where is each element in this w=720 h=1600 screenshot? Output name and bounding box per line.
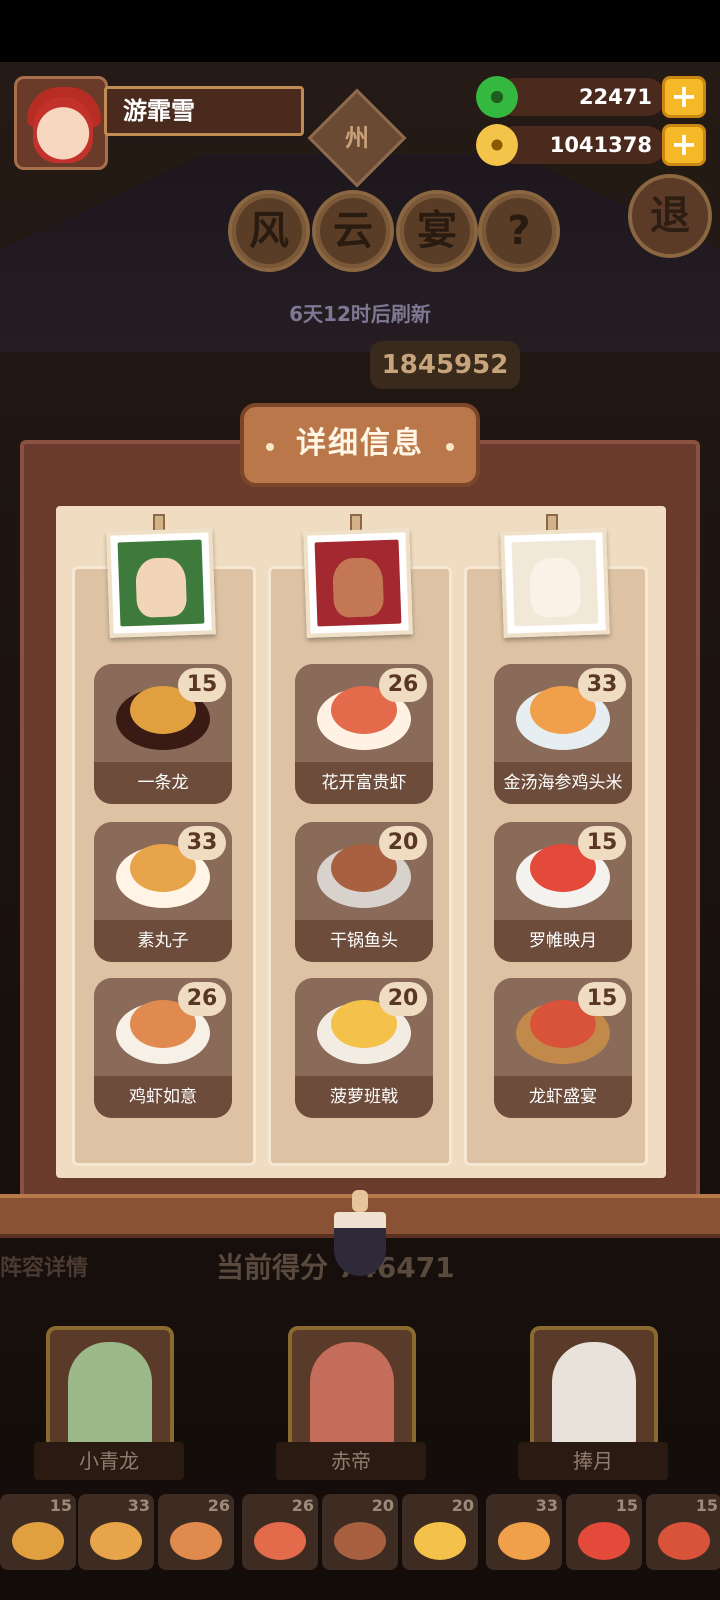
dish-card[interactable]: 26 鸡虾如意 bbox=[94, 978, 232, 1118]
mini-dish[interactable]: 15 bbox=[566, 1494, 642, 1570]
mini-dish[interactable]: 20 bbox=[402, 1494, 478, 1570]
hero-card-pengyue[interactable] bbox=[530, 1326, 658, 1456]
dish-name: 花开富贵虾 bbox=[295, 762, 433, 804]
hero-card-xiaoqinglong[interactable] bbox=[46, 1326, 174, 1456]
player-info: 游霏雪 bbox=[14, 76, 304, 172]
dish-count: 15 bbox=[578, 982, 626, 1016]
dish-count: 33 bbox=[178, 826, 226, 860]
hero-name: 赤帝 bbox=[276, 1442, 426, 1480]
mini-dish[interactable]: 26 bbox=[158, 1494, 234, 1570]
modal-title: 详细信息 bbox=[240, 403, 480, 487]
coin-amount: 1041378 bbox=[496, 126, 666, 164]
dish-count: 15 bbox=[178, 668, 226, 702]
dish-card[interactable]: 33 金汤海参鸡头米 bbox=[494, 664, 632, 804]
coin-currency: 1041378 + bbox=[476, 124, 706, 166]
add-coin-button[interactable]: + bbox=[662, 124, 706, 166]
title-char-yan: 宴 bbox=[396, 190, 478, 272]
dish-count: 15 bbox=[578, 826, 626, 860]
exit-button[interactable]: 退 bbox=[628, 174, 712, 258]
mini-dish[interactable]: 33 bbox=[486, 1494, 562, 1570]
jade-icon bbox=[476, 76, 518, 118]
dish-count: 20 bbox=[379, 982, 427, 1016]
hero-name: 小青龙 bbox=[34, 1442, 184, 1480]
dish-card[interactable]: 15 罗帷映月 bbox=[494, 822, 632, 962]
help-button[interactable]: ? bbox=[478, 190, 560, 272]
dish-card[interactable]: 33 素丸子 bbox=[94, 822, 232, 962]
mini-dish[interactable]: 20 bbox=[322, 1494, 398, 1570]
current-score-label: 当前得分 bbox=[216, 1251, 329, 1284]
dish-card[interactable]: 20 干锅鱼头 bbox=[295, 822, 433, 962]
dish-card[interactable]: 15 龙虾盛宴 bbox=[494, 978, 632, 1118]
player-name: 游霏雪 bbox=[104, 86, 304, 136]
mini-dish[interactable]: 15 bbox=[0, 1494, 76, 1570]
refresh-timer: 6天12时后刷新 bbox=[289, 302, 431, 326]
hero-portrait-pengyue bbox=[500, 528, 610, 638]
dish-card[interactable]: 20 菠萝班戟 bbox=[295, 978, 433, 1118]
title-char-feng: 风 bbox=[228, 190, 310, 272]
coin-icon bbox=[476, 124, 518, 166]
tassel-close-button[interactable] bbox=[330, 1190, 390, 1276]
mini-dish[interactable]: 26 bbox=[242, 1494, 318, 1570]
avatar-face bbox=[33, 97, 93, 163]
dish-name: 鸡虾如意 bbox=[94, 1076, 232, 1118]
add-jade-button[interactable]: + bbox=[662, 76, 706, 118]
player-avatar[interactable] bbox=[14, 76, 108, 170]
dish-card[interactable]: 15 一条龙 bbox=[94, 664, 232, 804]
lineup-details-label[interactable]: 阵容详情 bbox=[0, 1250, 88, 1282]
dish-name: 罗帷映月 bbox=[494, 920, 632, 962]
title-char-yun: 云 bbox=[312, 190, 394, 272]
dish-name: 金汤海参鸡头米 bbox=[494, 762, 632, 804]
dish-name: 菠萝班戟 bbox=[295, 1076, 433, 1118]
hero-card-chidi[interactable] bbox=[288, 1326, 416, 1456]
dish-name: 龙虾盛宴 bbox=[494, 1076, 632, 1118]
dish-name: 干锅鱼头 bbox=[295, 920, 433, 962]
dish-count: 20 bbox=[379, 826, 427, 860]
hero-name: 捧月 bbox=[518, 1442, 668, 1480]
status-bar bbox=[0, 0, 720, 62]
dish-name: 素丸子 bbox=[94, 920, 232, 962]
dish-count: 26 bbox=[178, 982, 226, 1016]
dish-name: 一条龙 bbox=[94, 762, 232, 804]
dish-count: 26 bbox=[379, 668, 427, 702]
mini-dish[interactable]: 15 bbox=[646, 1494, 720, 1570]
mini-dish[interactable]: 33 bbox=[78, 1494, 154, 1570]
dish-card[interactable]: 26 花开富贵虾 bbox=[295, 664, 433, 804]
hero-portrait-chidi bbox=[303, 528, 413, 638]
top-score: 1845952 bbox=[370, 341, 520, 389]
jade-amount: 22471 bbox=[496, 78, 666, 116]
dish-count: 33 bbox=[578, 668, 626, 702]
hero-portrait-xiaoqinglong bbox=[106, 528, 216, 638]
jade-currency: 22471 + bbox=[476, 76, 706, 118]
